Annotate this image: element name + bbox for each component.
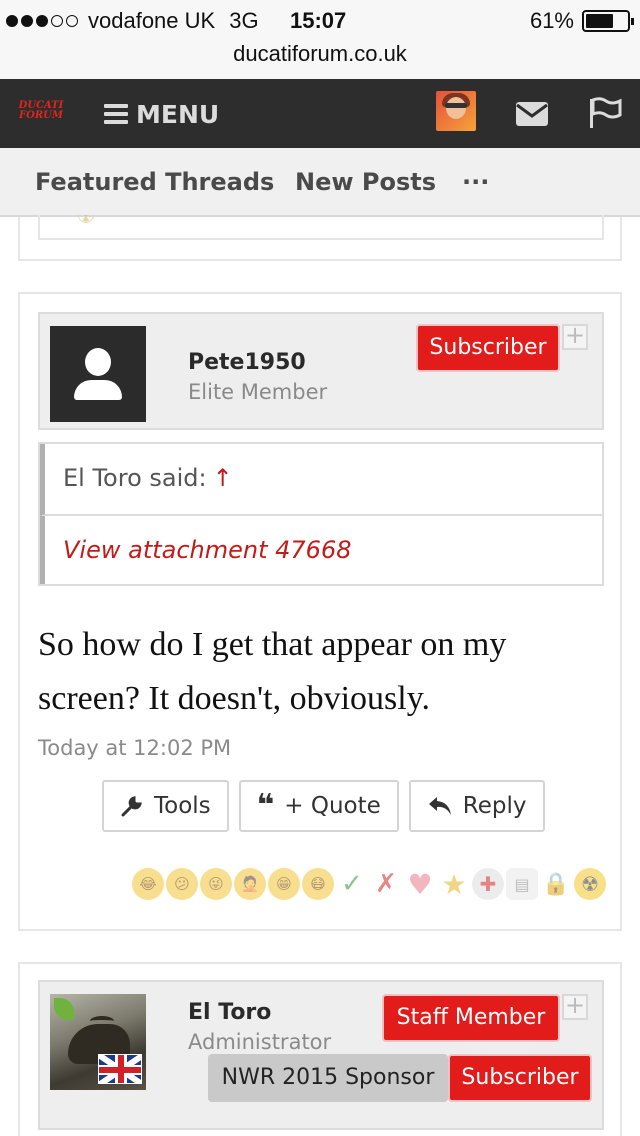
- reply-label: Reply: [462, 793, 527, 819]
- post-actions: Tools ❝ + Quote Reply: [102, 780, 545, 832]
- avatar[interactable]: [50, 326, 146, 422]
- user-title: Administrator: [188, 1030, 332, 1054]
- attachment-link[interactable]: View attachment 47668: [63, 536, 352, 564]
- heart-icon[interactable]: ♥: [404, 868, 436, 901]
- quote-icon: ❝: [256, 788, 275, 823]
- status-bar: vodafone UK 3G 15:07 61%: [0, 0, 640, 40]
- reply-icon: [428, 797, 451, 815]
- tab-more[interactable]: ...: [462, 162, 489, 190]
- post: Pete1950 Elite Member Subscriber + El To…: [18, 292, 622, 931]
- post-timestamp[interactable]: Today at 12:02 PM: [38, 736, 231, 760]
- user-avatar[interactable]: [436, 91, 476, 131]
- jump-to-quote-icon[interactable]: ↑: [213, 464, 233, 492]
- agree-check-icon[interactable]: ✓: [336, 868, 368, 900]
- quote-author: El Toro said:: [63, 464, 207, 492]
- menu-label: MENU: [136, 99, 220, 129]
- quote-label: + Quote: [284, 793, 381, 819]
- flag-icon[interactable]: [588, 97, 622, 129]
- staff-member-badge: Staff Member: [382, 994, 560, 1042]
- mail-icon[interactable]: [515, 101, 549, 127]
- wrench-icon: [121, 796, 142, 817]
- quote-content: View attachment 47668: [40, 516, 602, 584]
- network-type: 3G: [229, 8, 259, 33]
- tongue-reaction-icon[interactable]: 😜: [200, 868, 232, 900]
- quote-attribution: El Toro said: ↑: [40, 444, 602, 516]
- tools-label: Tools: [154, 793, 211, 819]
- post-user-info: El Toro Administrator Staff Member + NWR…: [38, 980, 604, 1130]
- url-text: ducatiforum.co.uk: [233, 41, 407, 66]
- signal-strength-icon: [6, 15, 78, 27]
- user-title: Elite Member: [188, 380, 328, 404]
- post: El Toro Administrator Staff Member + NWR…: [18, 962, 622, 1136]
- star-icon[interactable]: ★: [438, 868, 470, 901]
- lifebuoy-icon[interactable]: ✚: [472, 868, 504, 900]
- previous-post-bottom: ☢: [18, 215, 622, 261]
- post-user-info: Pete1950 Elite Member Subscriber +: [38, 312, 604, 430]
- uk-flag-icon: [98, 1054, 142, 1084]
- subscriber-badge: Subscriber: [416, 324, 560, 372]
- username[interactable]: Pete1950: [188, 350, 306, 375]
- battery-percent: 61%: [529, 8, 574, 33]
- top-navigation: DUCATI FORUM MENU: [0, 79, 640, 148]
- battery-icon: [582, 10, 634, 32]
- menu-button[interactable]: MENU: [104, 99, 219, 129]
- quick-tabs: Featured Threads New Posts ...: [0, 148, 640, 217]
- sick-reaction-icon[interactable]: 😷: [302, 868, 334, 900]
- grin-reaction-icon[interactable]: 😁: [268, 868, 300, 900]
- clock: 15:07: [290, 8, 347, 33]
- tab-new-posts[interactable]: New Posts: [295, 168, 436, 196]
- previous-post-reactions: ☢: [38, 215, 604, 240]
- expand-user-info-icon[interactable]: +: [562, 323, 588, 350]
- tab-featured-threads[interactable]: Featured Threads: [35, 168, 274, 196]
- disagree-x-icon[interactable]: ✗: [370, 868, 402, 900]
- subscriber-badge: Subscriber: [448, 1054, 592, 1102]
- carrier-name: vodafone UK: [88, 8, 216, 33]
- radioactive-icon[interactable]: ☢: [574, 868, 606, 900]
- quote-block: El Toro said: ↑ View attachment 47668: [38, 442, 604, 586]
- laugh-reaction-icon[interactable]: 😂: [132, 868, 164, 900]
- confused-reaction-icon[interactable]: 😕: [166, 868, 198, 900]
- sponsor-badge: NWR 2015 Sponsor: [208, 1054, 448, 1102]
- quote-button[interactable]: ❝ + Quote: [238, 780, 399, 832]
- radioactive-icon: ☢: [76, 215, 96, 229]
- hamburger-icon: [104, 104, 128, 124]
- facepalm-reaction-icon[interactable]: 🤦: [234, 868, 266, 900]
- post-message: So how do I get that appear on my screen…: [38, 626, 507, 717]
- url-bar[interactable]: ducatiforum.co.uk: [0, 40, 640, 80]
- expand-user-info-icon[interactable]: +: [562, 993, 588, 1020]
- reply-button[interactable]: Reply: [408, 780, 545, 832]
- lock-icon[interactable]: 🔒: [540, 868, 572, 900]
- toilet-paper-icon[interactable]: ▤: [506, 868, 538, 900]
- reaction-bar: 😂 😕 😜 🤦 😁 😷 ✓ ✗ ♥ ★ ✚ ▤ 🔒 ☢: [60, 868, 606, 901]
- username[interactable]: El Toro: [188, 1000, 271, 1025]
- tools-button[interactable]: Tools: [102, 780, 229, 832]
- site-logo[interactable]: DUCATI FORUM: [16, 101, 66, 123]
